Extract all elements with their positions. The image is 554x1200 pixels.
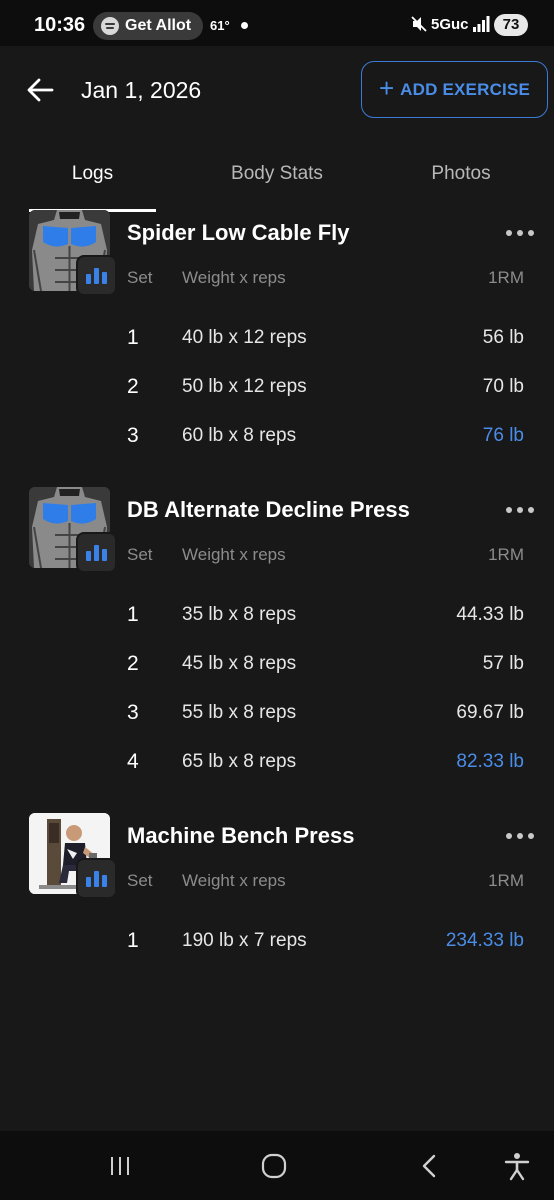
column-header-weight-reps: Weight x reps <box>182 268 286 287</box>
set-number: 1 <box>127 603 139 626</box>
set-row[interactable]: 2 45 lb x 8 reps 57 lb <box>0 644 554 684</box>
spotify-icon <box>101 17 119 35</box>
set-one-rm: 57 lb <box>482 653 524 674</box>
set-number: 2 <box>127 375 139 398</box>
set-one-rm: 44.33 lb <box>456 604 524 625</box>
network-type: 5Guc <box>431 16 469 33</box>
recents-icon[interactable] <box>105 1151 135 1181</box>
exercise-name[interactable]: Spider Low Cable Fly <box>127 220 349 246</box>
set-number: 2 <box>127 652 139 675</box>
set-one-rm: 69.67 lb <box>456 702 524 723</box>
set-row[interactable]: 4 65 lb x 8 reps 82.33 lb <box>0 742 554 782</box>
set-row[interactable]: 1 35 lb x 8 reps 44.33 lb <box>0 595 554 635</box>
tab-photos[interactable]: Photos <box>405 163 517 185</box>
set-row[interactable]: 3 60 lb x 8 reps 76 lb <box>0 416 554 456</box>
set-weight-reps: 60 lb x 8 reps <box>182 425 297 446</box>
add-exercise-button[interactable]: + ADD EXERCISE <box>361 61 548 118</box>
exercise-name[interactable]: DB Alternate Decline Press <box>127 497 410 523</box>
page-title-date: Jan 1, 2026 <box>81 77 202 103</box>
media-pill[interactable]: Get Allot <box>93 12 204 40</box>
accessibility-icon[interactable] <box>502 1151 532 1181</box>
mute-icon <box>411 16 427 32</box>
column-header-set: Set <box>127 268 153 287</box>
plus-icon: + <box>378 73 395 103</box>
set-weight-reps: 45 lb x 8 reps <box>182 653 297 674</box>
bar-chart-icon[interactable] <box>76 255 117 296</box>
set-one-rm: 70 lb <box>482 376 524 397</box>
system-navigation-bar <box>0 1131 554 1200</box>
set-one-rm-pr: 76 lb <box>482 425 524 446</box>
set-one-rm-pr: 234.33 lb <box>445 930 524 951</box>
column-header-set: Set <box>127 545 153 564</box>
more-options-icon[interactable] <box>506 500 534 520</box>
home-icon[interactable] <box>259 1151 289 1181</box>
column-header-weight-reps: Weight x reps <box>182 545 286 564</box>
set-one-rm: 56 lb <box>482 327 524 348</box>
notification-dot-icon <box>241 22 248 29</box>
tab-body-stats[interactable]: Body Stats <box>205 163 349 185</box>
status-temperature: 61° <box>210 18 230 33</box>
set-weight-reps: 55 lb x 8 reps <box>182 702 297 723</box>
set-row[interactable]: 3 55 lb x 8 reps 69.67 lb <box>0 693 554 733</box>
set-weight-reps: 35 lb x 8 reps <box>182 604 297 625</box>
set-row[interactable]: 1 190 lb x 7 reps 234.33 lb <box>0 921 554 961</box>
set-number: 1 <box>127 326 139 349</box>
exercise-card: DB Alternate Decline Press Set Weight x … <box>0 487 554 787</box>
set-number: 1 <box>127 929 139 952</box>
set-weight-reps: 190 lb x 7 reps <box>182 930 307 951</box>
set-one-rm-pr: 82.33 lb <box>456 751 524 772</box>
column-header-1rm: 1RM <box>488 268 524 287</box>
set-number: 3 <box>127 701 139 724</box>
set-weight-reps: 40 lb x 12 reps <box>182 327 307 348</box>
media-pill-label: Get Allot <box>125 17 192 34</box>
set-row[interactable]: 2 50 lb x 12 reps 70 lb <box>0 367 554 407</box>
bar-chart-icon[interactable] <box>76 858 117 899</box>
set-number: 4 <box>127 750 139 773</box>
column-header-set: Set <box>127 871 153 890</box>
set-number: 3 <box>127 424 139 447</box>
status-time: 10:36 <box>34 14 86 36</box>
add-exercise-label: ADD EXERCISE <box>400 79 531 99</box>
column-header-1rm: 1RM <box>488 545 524 564</box>
bar-chart-icon[interactable] <box>76 532 117 573</box>
column-header-weight-reps: Weight x reps <box>182 871 286 890</box>
exercise-name[interactable]: Machine Bench Press <box>127 823 354 849</box>
tab-bar: Logs Body Stats Photos <box>0 150 554 212</box>
more-options-icon[interactable] <box>506 223 534 243</box>
column-header-1rm: 1RM <box>488 871 524 890</box>
signal-icon <box>473 16 490 32</box>
set-row[interactable]: 1 40 lb x 12 reps 56 lb <box>0 318 554 358</box>
set-weight-reps: 65 lb x 8 reps <box>182 751 297 772</box>
status-bar: 10:36 Get Allot 61° 5Guc 73 <box>0 0 554 46</box>
exercise-card: Machine Bench Press Set Weight x reps 1R… <box>0 813 554 973</box>
nav-back-icon[interactable] <box>415 1151 445 1181</box>
more-options-icon[interactable] <box>506 826 534 846</box>
back-arrow-icon[interactable] <box>22 72 58 108</box>
set-weight-reps: 50 lb x 12 reps <box>182 376 307 397</box>
tab-logs[interactable]: Logs <box>29 163 156 185</box>
exercise-card: Spider Low Cable Fly Set Weight x reps 1… <box>0 210 554 470</box>
battery-indicator: 73 <box>494 14 528 36</box>
